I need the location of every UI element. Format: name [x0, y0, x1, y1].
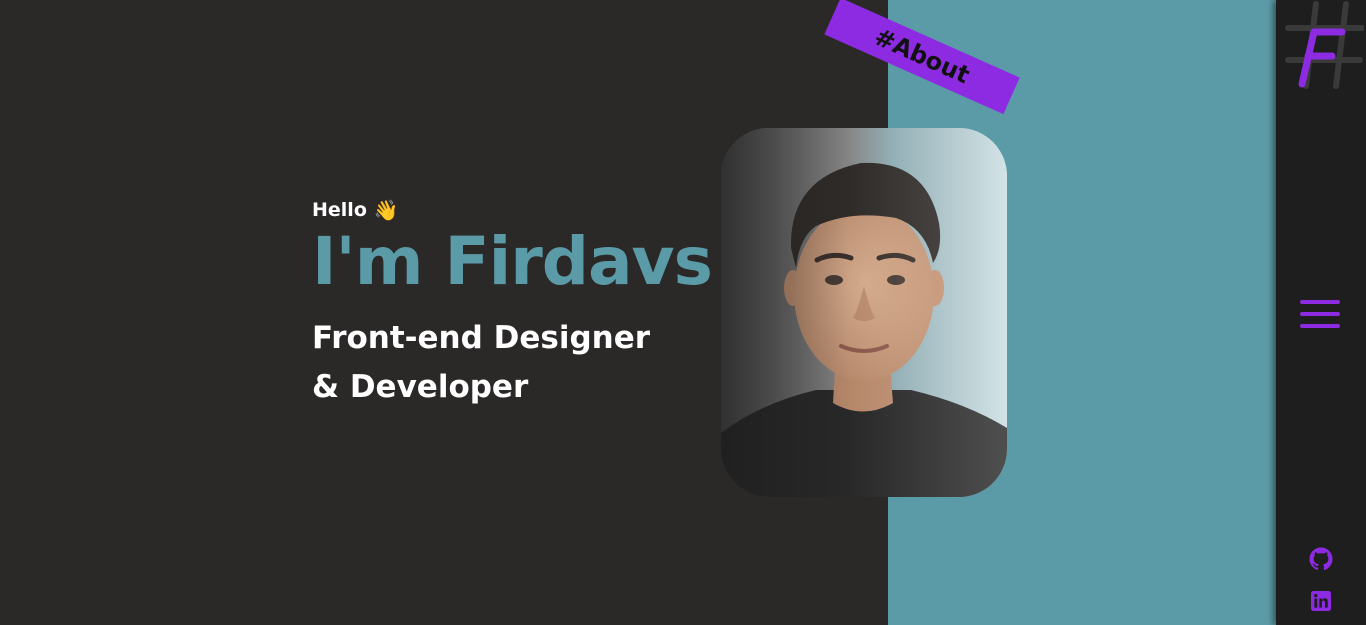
portfolio-page: Hello 👋 I'm Firdavs Front-end Designer &… [0, 0, 1366, 625]
waving-hand-icon: 👋 [373, 198, 399, 222]
hero-name-heading: I'm Firdavs [312, 223, 713, 300]
github-icon[interactable] [1309, 547, 1333, 571]
hash-logo-icon[interactable] [1284, 0, 1364, 90]
hero-role: Front-end Designer & Developer [312, 314, 712, 412]
profile-photo [721, 128, 1007, 497]
role-line-2: & Developer [312, 369, 529, 405]
role-line-1: Front-end Designer [312, 320, 651, 356]
photo-glass-overlay [721, 128, 1007, 497]
hero-section: Hello 👋 I'm Firdavs Front-end Designer &… [312, 198, 713, 412]
greeting-text: Hello [312, 199, 367, 221]
linkedin-icon[interactable] [1311, 591, 1331, 611]
greeting: Hello 👋 [312, 198, 712, 222]
hamburger-menu-button[interactable] [1300, 300, 1342, 330]
right-sidebar [1276, 0, 1366, 625]
